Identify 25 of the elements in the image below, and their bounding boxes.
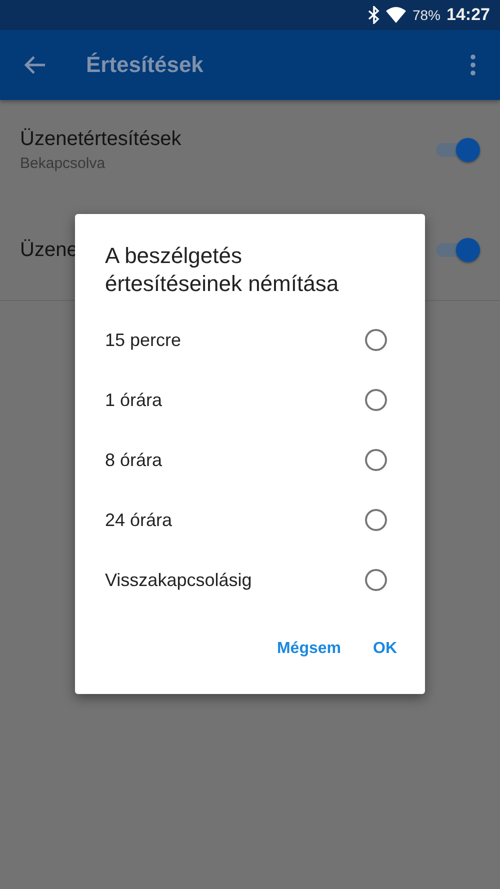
back-icon[interactable] — [24, 55, 46, 75]
bluetooth-icon — [368, 6, 380, 24]
screen-title: Értesítések — [86, 52, 204, 78]
battery-percent: 78% — [412, 7, 441, 23]
status-time: 14:27 — [446, 5, 490, 25]
radio-button[interactable] — [365, 569, 387, 591]
option-label[interactable]: Visszakapcsolásig — [105, 570, 252, 590]
option-label[interactable]: 1 órára — [105, 390, 162, 410]
radio-button[interactable] — [365, 329, 387, 351]
radio-button[interactable] — [365, 449, 387, 471]
option-label[interactable]: 8 órára — [105, 450, 162, 470]
radio-button[interactable] — [365, 389, 387, 411]
setting-title: Üzene — [20, 238, 78, 262]
wifi-icon — [386, 7, 406, 23]
toggle-switch[interactable] — [434, 138, 480, 162]
cancel-button[interactable]: Mégsem — [270, 632, 347, 666]
radio-button[interactable] — [365, 509, 387, 531]
setting-subtitle: Bekapcsolva — [20, 155, 106, 172]
setting-title: Üzenetértesítések — [20, 128, 182, 151]
toggle-switch[interactable] — [434, 238, 480, 262]
more-options-icon[interactable] — [470, 54, 476, 76]
option-label[interactable]: 15 percre — [105, 330, 182, 350]
dialog-title: A beszélgetés értesítéseinek némítása — [105, 242, 340, 298]
ok-button[interactable]: OK — [367, 632, 403, 666]
option-label[interactable]: 24 órára — [105, 510, 172, 530]
